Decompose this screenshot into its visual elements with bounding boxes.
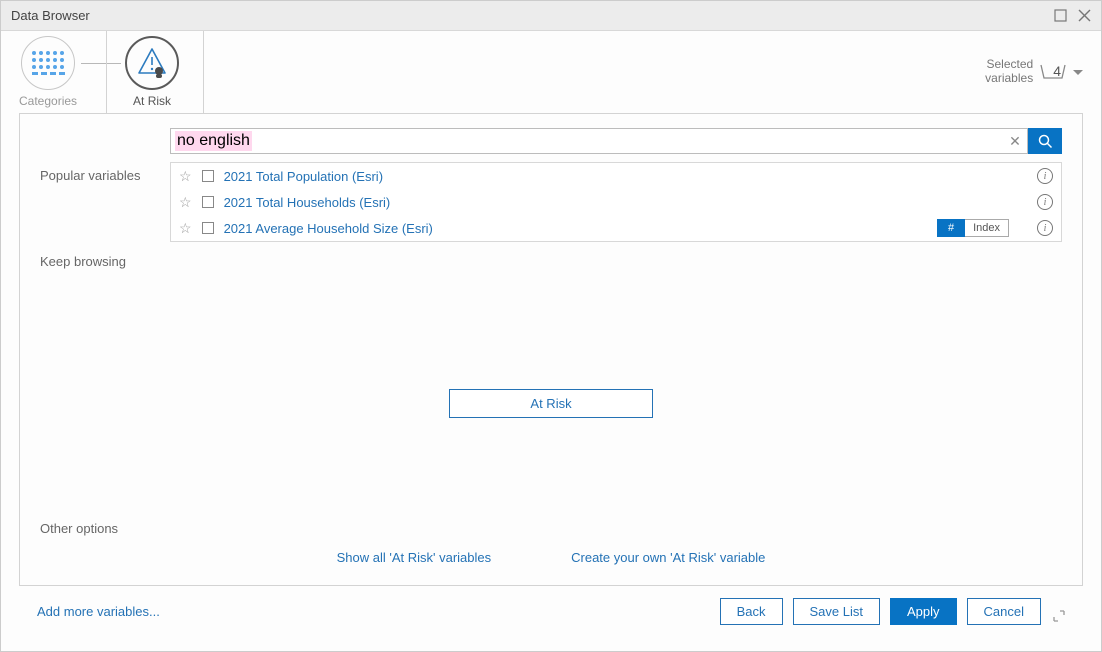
numeric-badge[interactable]: # — [937, 219, 965, 237]
favorite-star-icon[interactable]: ☆ — [179, 194, 192, 211]
show-all-variables-link[interactable]: Show all 'At Risk' variables — [337, 550, 492, 565]
create-own-variable-link[interactable]: Create your own 'At Risk' variable — [571, 550, 765, 565]
popular-variables-label: Popular variables — [40, 168, 170, 183]
resize-grip-icon[interactable] — [1053, 610, 1065, 625]
info-icon[interactable]: i — [1037, 194, 1053, 210]
clear-search-icon[interactable]: ✕ — [1003, 133, 1027, 150]
popular-variables-list: ☆ 2021 Total Population (Esri) i ☆ 2021 … — [170, 162, 1062, 242]
window-title: Data Browser — [11, 8, 1053, 23]
search-value-highlight: no english — [175, 131, 252, 151]
variable-link[interactable]: 2021 Average Household Size (Esri) — [224, 221, 433, 236]
selected-variables-widget[interactable]: Selected variables 4 — [985, 58, 1083, 84]
index-badge[interactable]: Index — [965, 219, 1009, 237]
selected-label-1: Selected — [987, 58, 1034, 71]
other-options-label: Other options — [40, 521, 1062, 536]
variable-row: ☆ 2021 Total Population (Esri) i — [171, 163, 1061, 189]
nav-step-categories[interactable]: Categories — [19, 36, 77, 108]
search-input[interactable] — [252, 134, 1003, 149]
variable-checkbox[interactable] — [202, 222, 214, 234]
footer: Add more variables... Back Save List App… — [19, 586, 1083, 633]
variable-row: ☆ 2021 Total Households (Esri) i — [171, 189, 1061, 215]
categories-icon — [21, 36, 75, 90]
favorite-star-icon[interactable]: ☆ — [179, 220, 192, 237]
nav-step-label: Categories — [19, 94, 77, 108]
search-input-wrap[interactable]: no english ✕ — [170, 128, 1028, 154]
save-list-button[interactable]: Save List — [793, 598, 880, 625]
variable-link[interactable]: 2021 Total Population (Esri) — [224, 169, 383, 184]
chevron-down-icon — [1073, 65, 1083, 79]
info-icon[interactable]: i — [1037, 168, 1053, 184]
variable-checkbox[interactable] — [202, 170, 214, 182]
maximize-icon[interactable] — [1053, 9, 1067, 23]
apply-button[interactable]: Apply — [890, 598, 957, 625]
keep-browsing-label: Keep browsing — [40, 254, 1062, 269]
selected-count: 4 — [1053, 63, 1061, 79]
info-icon[interactable]: i — [1037, 220, 1053, 236]
add-more-variables-link[interactable]: Add more variables... — [37, 604, 160, 619]
close-icon[interactable] — [1077, 9, 1091, 23]
data-browser-window: Data Browser Categories — [0, 0, 1102, 652]
variable-link[interactable]: 2021 Total Households (Esri) — [224, 195, 391, 210]
back-button[interactable]: Back — [720, 598, 783, 625]
cancel-button[interactable]: Cancel — [967, 598, 1041, 625]
variable-row: ☆ 2021 Average Household Size (Esri) # I… — [171, 215, 1061, 241]
type-toggle[interactable]: # Index — [937, 219, 1009, 237]
selected-label-2: variables — [985, 72, 1033, 85]
search-icon — [1038, 134, 1053, 149]
at-risk-category-button[interactable]: At Risk — [449, 389, 652, 418]
browse-panel: no english ✕ Popular variables ☆ 2021 To… — [19, 113, 1083, 586]
search-button[interactable] — [1028, 128, 1062, 154]
titlebar: Data Browser — [1, 1, 1101, 31]
favorite-star-icon[interactable]: ☆ — [179, 168, 192, 185]
variable-checkbox[interactable] — [202, 196, 214, 208]
